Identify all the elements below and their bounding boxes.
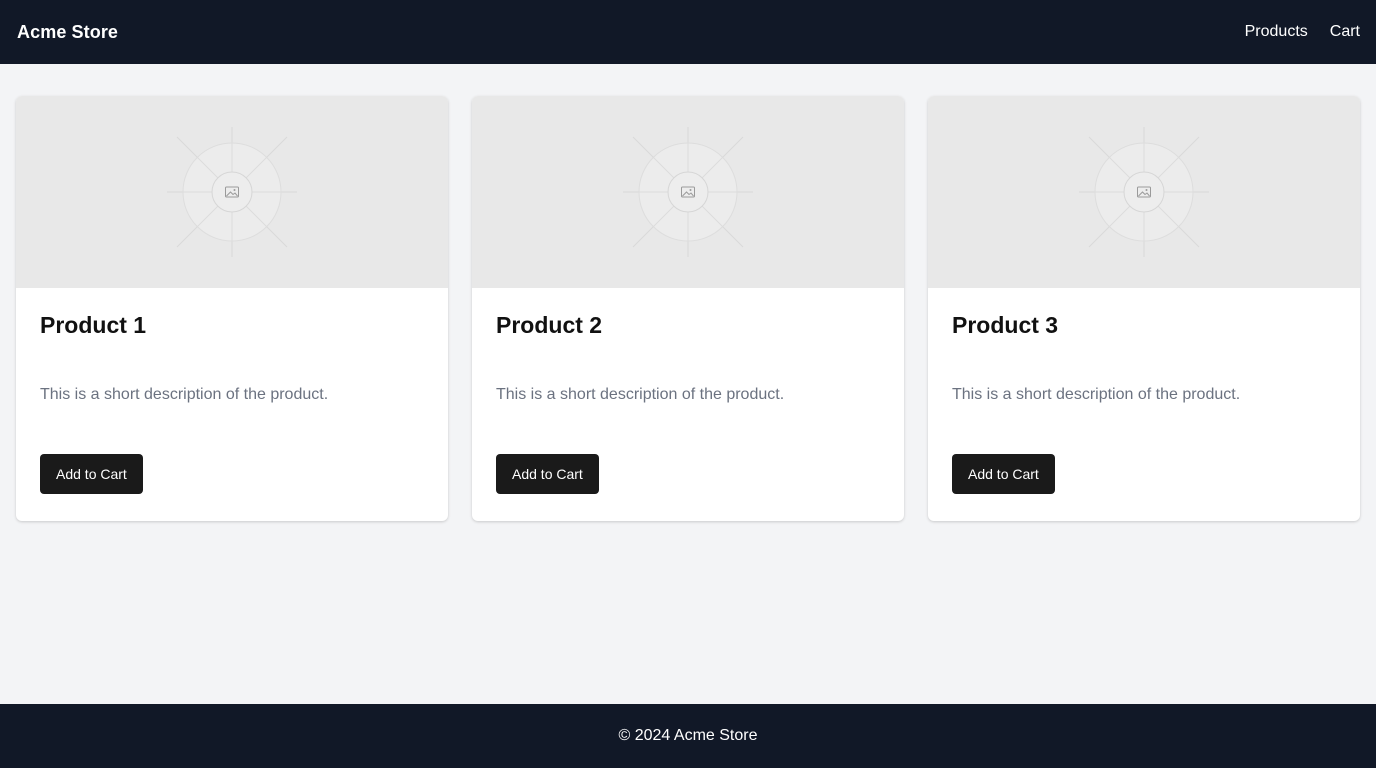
product-description: This is a short description of the produ… [496, 386, 785, 403]
brand-logo-link[interactable]: Acme Store [17, 22, 118, 43]
product-card-body: Product 1 This is a short description of… [16, 288, 448, 521]
product-title: Product 3 [952, 312, 1059, 338]
main-content: Product 1 This is a short description of… [0, 64, 1376, 704]
image-placeholder-icon [623, 127, 753, 257]
product-image [16, 96, 448, 288]
add-to-cart-button[interactable]: Add to Cart [40, 454, 143, 494]
add-to-cart-button[interactable]: Add to Cart [952, 454, 1055, 494]
product-title: Product 1 [40, 312, 147, 338]
footer-copyright: © 2024 Acme Store [618, 727, 758, 744]
product-image [472, 96, 904, 288]
image-placeholder-icon [1079, 127, 1209, 257]
add-to-cart-button[interactable]: Add to Cart [496, 454, 599, 494]
product-card-body: Product 3 This is a short description of… [928, 288, 1360, 521]
product-card-body: Product 2 This is a short description of… [472, 288, 904, 521]
image-placeholder-icon [167, 127, 297, 257]
nav-link-products[interactable]: Products [1245, 23, 1308, 41]
product-grid: Product 1 This is a short description of… [16, 96, 1360, 521]
nav-link-cart[interactable]: Cart [1330, 23, 1360, 41]
product-card: Product 1 This is a short description of… [16, 96, 448, 521]
product-title: Product 2 [496, 312, 603, 338]
product-image [928, 96, 1360, 288]
product-card: Product 2 This is a short description of… [472, 96, 904, 521]
product-description: This is a short description of the produ… [952, 386, 1241, 403]
site-footer: © 2024 Acme Store [0, 704, 1376, 768]
site-header: Acme Store Products Cart [0, 0, 1376, 64]
main-nav: Products Cart [1245, 23, 1360, 41]
product-description: This is a short description of the produ… [40, 386, 329, 403]
product-card: Product 3 This is a short description of… [928, 96, 1360, 521]
page: Acme Store Products Cart Product 1 This … [0, 0, 1376, 768]
